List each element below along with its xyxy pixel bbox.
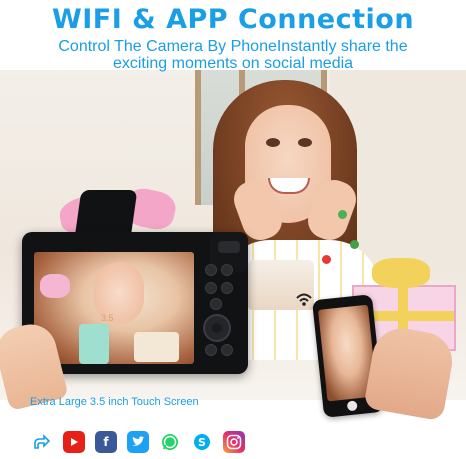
- product-banner: 3.5 WIFI & APP Connection Control The Ca…: [0, 0, 466, 459]
- camera-button[interactable]: [221, 264, 233, 276]
- whatsapp-icon[interactable]: [159, 431, 181, 453]
- camera-button[interactable]: [210, 298, 222, 310]
- twitter-icon[interactable]: [127, 431, 149, 453]
- screen-caption: Extra Large 3.5 inch Touch Screen: [30, 396, 199, 408]
- camera-viewfinder-hump: [74, 190, 138, 238]
- camera-button[interactable]: [221, 282, 233, 294]
- page-title: WIFI & APP Connection: [51, 4, 415, 35]
- navigation-wheel[interactable]: [203, 314, 231, 342]
- svg-text:S: S: [198, 436, 206, 449]
- camera-button[interactable]: [205, 264, 217, 276]
- youtube-icon[interactable]: [63, 431, 85, 453]
- share-icon[interactable]: [31, 431, 53, 453]
- social-share-bar: f S: [31, 428, 245, 456]
- camera-button[interactable]: [205, 344, 217, 356]
- gift-ribbon-bow: [372, 258, 430, 288]
- confetti-dot: [322, 255, 331, 264]
- screen-size-mark: 3.5: [101, 313, 114, 323]
- phone-shutter-button: [346, 400, 358, 412]
- camera-lcd-screen[interactable]: [34, 252, 194, 364]
- skype-icon[interactable]: S: [191, 431, 213, 453]
- instagram-icon[interactable]: [223, 431, 245, 453]
- camera-button[interactable]: [205, 282, 217, 294]
- camera-button[interactable]: [221, 344, 233, 356]
- wifi-signal-icon: [296, 293, 312, 306]
- page-subtitle: Control The Camera By PhoneInstantly sha…: [0, 38, 466, 72]
- facebook-icon[interactable]: f: [95, 431, 117, 453]
- subtitle-line-2: exciting moments on social media: [112, 55, 354, 72]
- confetti-dot: [338, 210, 347, 219]
- mode-dial[interactable]: [218, 241, 240, 253]
- girl-eye-left: [266, 138, 280, 147]
- girl-eye-right: [298, 138, 312, 147]
- subtitle-line-1: Control The Camera By PhoneInstantly sha…: [58, 38, 408, 55]
- confetti-dot: [350, 240, 359, 249]
